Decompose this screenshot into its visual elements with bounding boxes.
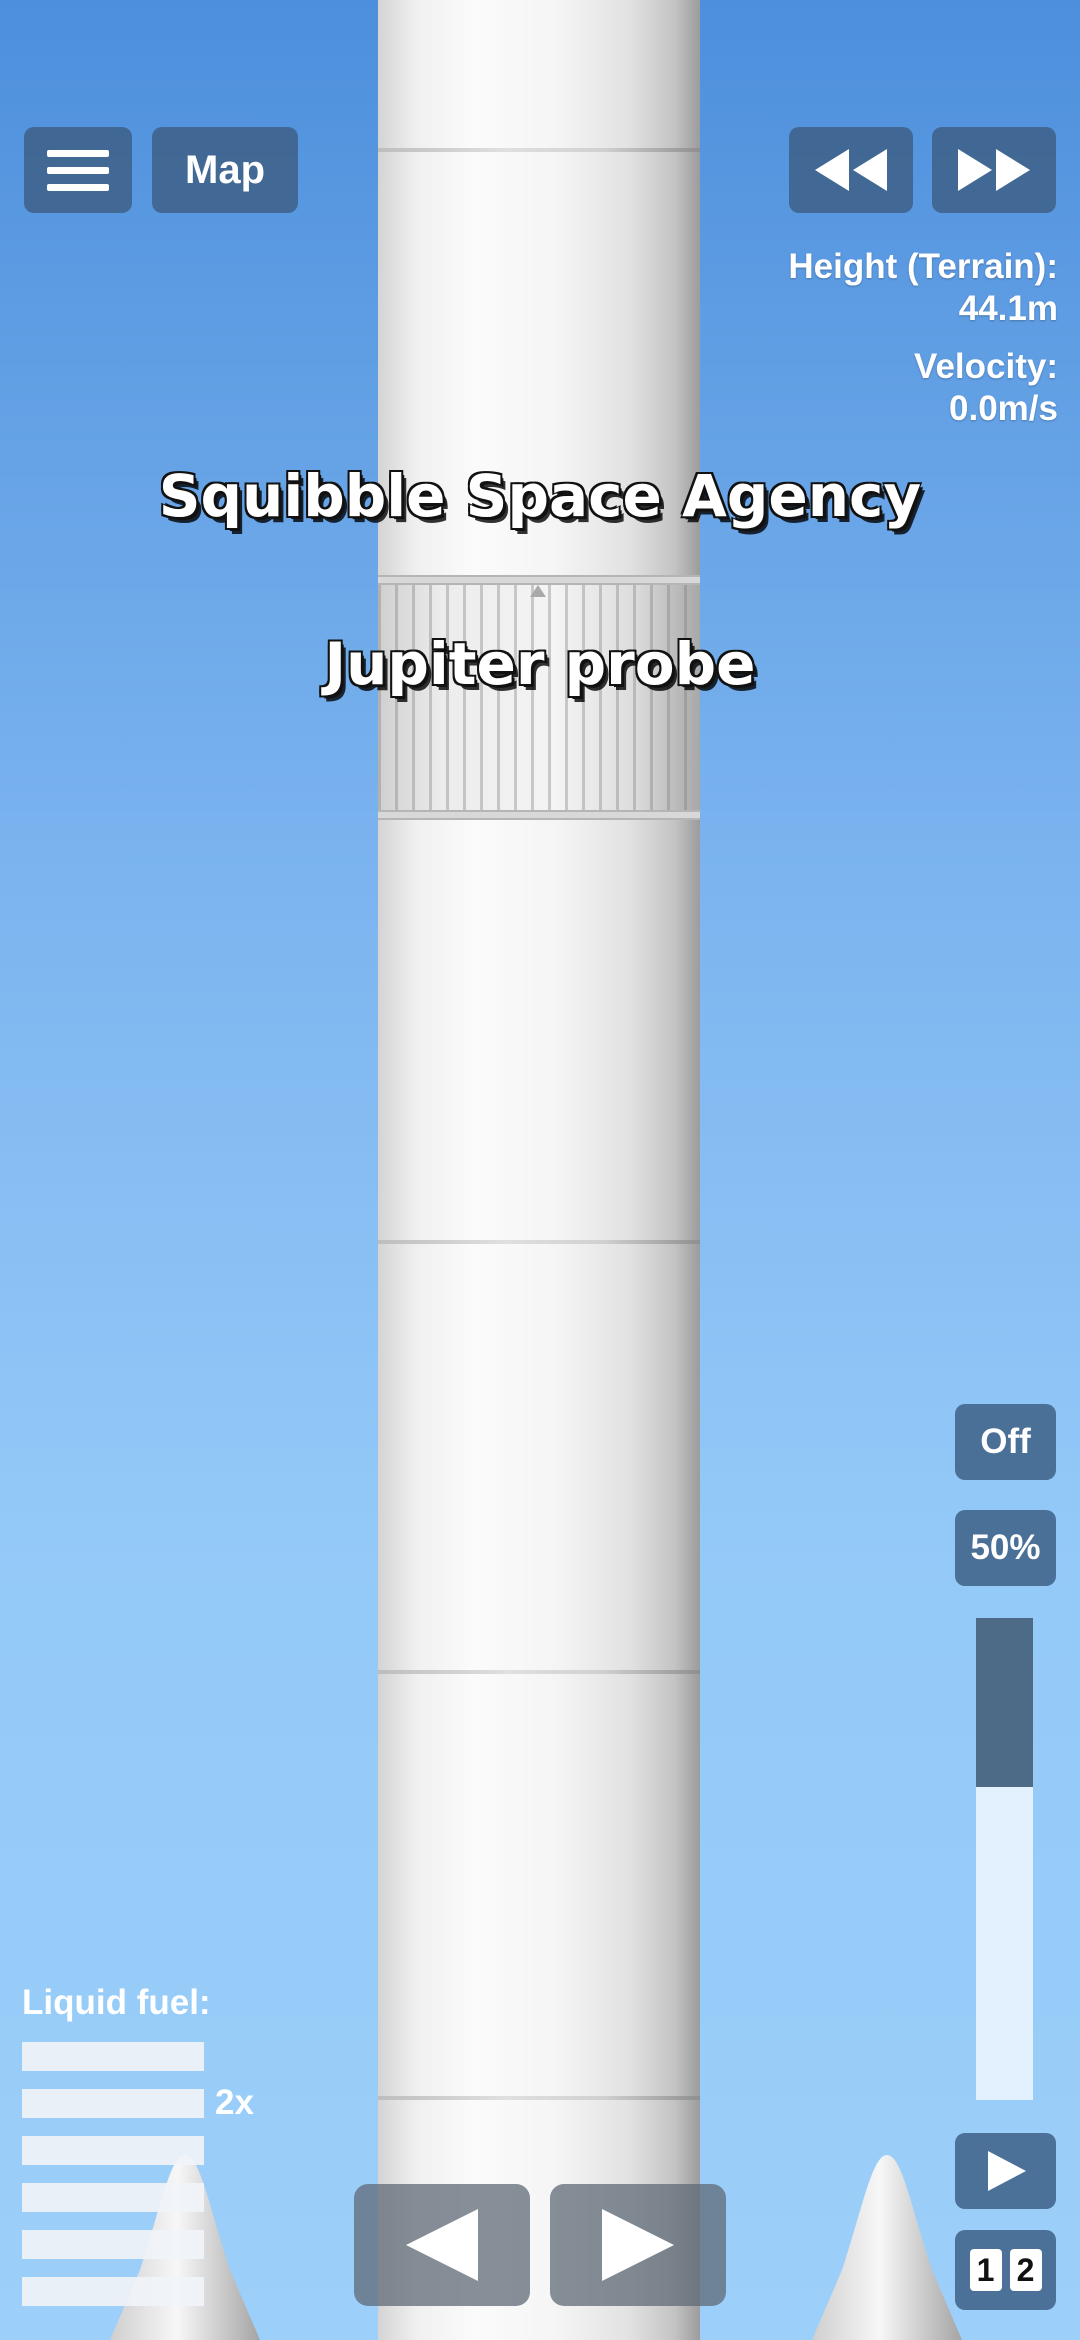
activate-stage-button[interactable] <box>955 2133 1056 2209</box>
agency-name: Squibble Space Agency <box>158 462 922 530</box>
rocket-seam <box>378 1670 700 1674</box>
fast-forward-icon <box>958 149 1030 191</box>
velocity-readout: Velocity: 0.0m/s <box>914 346 1058 430</box>
fuel-bar <box>22 2136 204 2165</box>
fuel-label: Liquid fuel: <box>22 1983 211 2022</box>
rewind-icon <box>815 149 887 191</box>
view-switch-button[interactable]: 1 2 <box>955 2230 1056 2310</box>
hamburger-menu-icon <box>47 149 109 157</box>
sas-toggle-button[interactable]: Off <box>955 1404 1056 1480</box>
view-2-label: 2 <box>1009 2249 1042 2291</box>
throttle-slider-fill <box>976 1618 1033 1787</box>
previous-part-button[interactable] <box>354 2184 530 2306</box>
play-icon <box>987 2151 1026 2191</box>
height-value: 44.1m <box>958 289 1058 328</box>
fuel-multiplier: 2x <box>215 2083 254 2122</box>
right-booster-nose <box>812 2155 962 2340</box>
fuel-bar <box>22 2277 204 2306</box>
fast-forward-button[interactable] <box>932 127 1056 213</box>
velocity-value: 0.0m/s <box>949 389 1058 428</box>
menu-button[interactable] <box>24 127 132 213</box>
velocity-label: Velocity: <box>914 347 1058 386</box>
fuel-bar <box>22 2230 204 2259</box>
fuel-bar <box>22 2183 204 2212</box>
rocket-seam <box>378 148 700 152</box>
view-1-label: 1 <box>969 2249 1002 2291</box>
rocket-body <box>378 0 700 2340</box>
height-readout: Height (Terrain): 44.1m <box>788 246 1058 330</box>
map-button[interactable]: Map <box>152 127 298 213</box>
fuel-bar <box>22 2089 204 2118</box>
next-part-button[interactable] <box>550 2184 726 2306</box>
rocket-seam <box>378 2096 700 2100</box>
craft-name: Jupiter probe <box>324 630 756 698</box>
right-triangle-icon <box>602 2209 674 2281</box>
height-label: Height (Terrain): <box>788 247 1058 286</box>
fuel-bar <box>22 2042 204 2071</box>
left-triangle-icon <box>406 2209 478 2281</box>
throttle-slider[interactable] <box>976 1618 1033 2100</box>
rewind-button[interactable] <box>789 127 913 213</box>
rocket-seam <box>378 1240 700 1244</box>
throttle-preset-button[interactable]: 50% <box>955 1510 1056 1586</box>
